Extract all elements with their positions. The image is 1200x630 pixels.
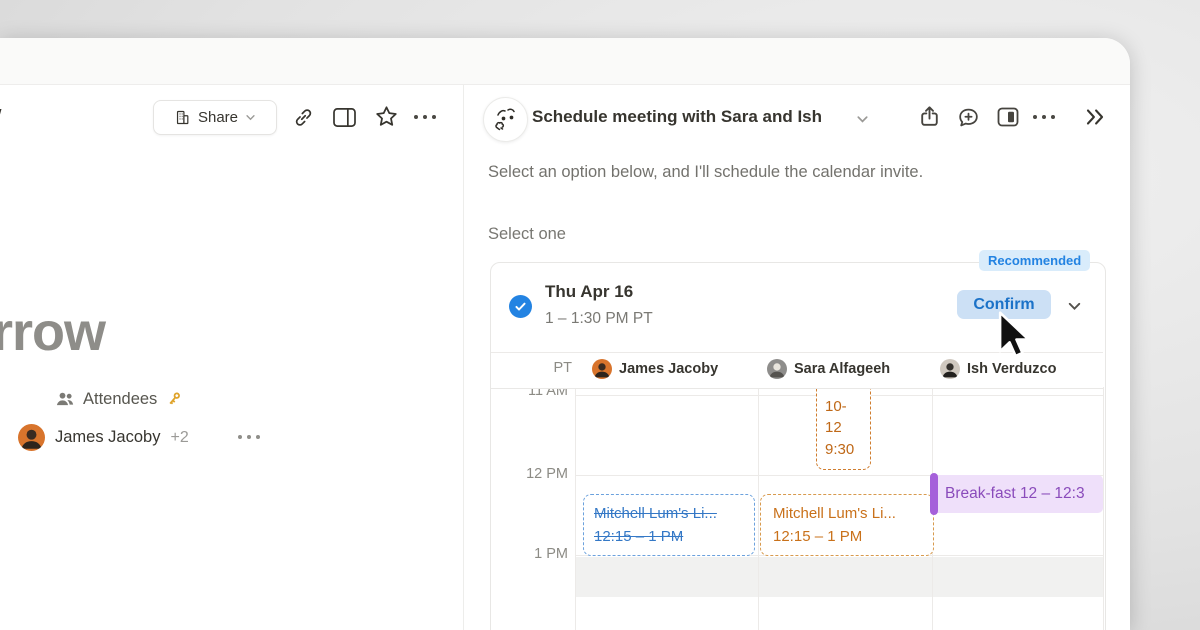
hour-label-1pm: 1 PM	[490, 546, 568, 562]
share-button[interactable]: Share	[153, 100, 277, 135]
option-time: 1 – 1:30 PM PT	[545, 310, 653, 328]
people-icon	[55, 389, 75, 409]
ai-face-icon	[483, 97, 528, 142]
ish-avatar	[940, 359, 960, 379]
event-title: Mitchell Lum's Li...	[594, 502, 744, 525]
grid-vline	[758, 387, 759, 630]
option-chevron-down-icon[interactable]	[1066, 298, 1083, 315]
attendee-extra-count: +2	[170, 429, 188, 447]
grid-vline	[575, 387, 576, 630]
event-time: 12:15 – 1 PM	[773, 525, 921, 548]
attendee-more-icon[interactable]	[238, 435, 260, 439]
attendees-property-row[interactable]: Attendees	[55, 389, 183, 409]
side-panel-toggle-icon[interactable]	[996, 106, 1020, 128]
event-title: Break-fast 12 – 12:3	[945, 485, 1085, 503]
panel-divider	[463, 85, 464, 630]
export-icon[interactable]	[917, 104, 942, 129]
event-james-mitchell[interactable]: Mitchell Lum's Li... 12:15 – 1 PM	[583, 494, 755, 556]
james-avatar	[592, 359, 612, 379]
side-peek-icon[interactable]	[332, 107, 357, 128]
screenshot-stage: w Share	[0, 0, 1200, 630]
assistant-message: Select an option below, and I'll schedul…	[488, 163, 923, 182]
attendees-label: Attendees	[83, 390, 157, 409]
window-top-band	[0, 38, 1130, 85]
mouse-cursor	[993, 309, 1031, 368]
event-title: Mitchell Lum's Li...	[773, 502, 921, 525]
collapse-panel-icon[interactable]	[1082, 104, 1108, 130]
title-chevron-down-icon[interactable]	[855, 112, 870, 127]
column-header-james: James Jacoby	[592, 359, 718, 379]
attendee-name: James Jacoby	[55, 428, 160, 447]
option-date: Thu Apr 16	[545, 282, 633, 302]
column-name-james: James Jacoby	[619, 361, 718, 377]
add-comment-icon[interactable]	[956, 105, 981, 130]
attendee-person-row[interactable]: James Jacoby +2	[18, 424, 189, 451]
clipped-breadcrumb-text: w	[0, 103, 1, 126]
selected-slot-band	[575, 557, 1103, 597]
more-icon[interactable]	[414, 115, 436, 119]
timezone-label: PT	[545, 360, 572, 376]
key-icon	[165, 390, 183, 408]
column-header-sara: Sara Alfageeh	[767, 359, 890, 379]
event-ish-breakfast-bar	[930, 473, 938, 515]
event-time: 12:15 – 1 PM	[594, 525, 744, 548]
recommended-badge: Recommended	[979, 250, 1090, 271]
building-icon	[174, 109, 191, 126]
selected-check-icon[interactable]	[509, 295, 532, 318]
select-one-label: Select one	[488, 225, 566, 244]
panel-more-icon[interactable]	[1033, 115, 1055, 119]
james-avatar-large	[18, 424, 45, 451]
favorite-star-icon[interactable]	[374, 104, 399, 129]
share-button-label: Share	[198, 109, 238, 126]
grid-vline	[1103, 387, 1104, 630]
chevron-down-icon	[245, 112, 256, 123]
panel-title: Schedule meeting with Sara and Ish	[532, 107, 822, 127]
event-ish-breakfast[interactable]: Break-fast 12 – 12:3	[932, 475, 1103, 513]
page-title-clipped: rrow	[0, 301, 105, 363]
hour-label-12pm: 12 PM	[490, 466, 568, 482]
sara-avatar	[767, 359, 787, 379]
event-sara-mitchell[interactable]: Mitchell Lum's Li... 12:15 – 1 PM	[760, 494, 934, 556]
copy-link-icon[interactable]	[292, 106, 315, 129]
column-name-sara: Sara Alfageeh	[794, 361, 890, 377]
